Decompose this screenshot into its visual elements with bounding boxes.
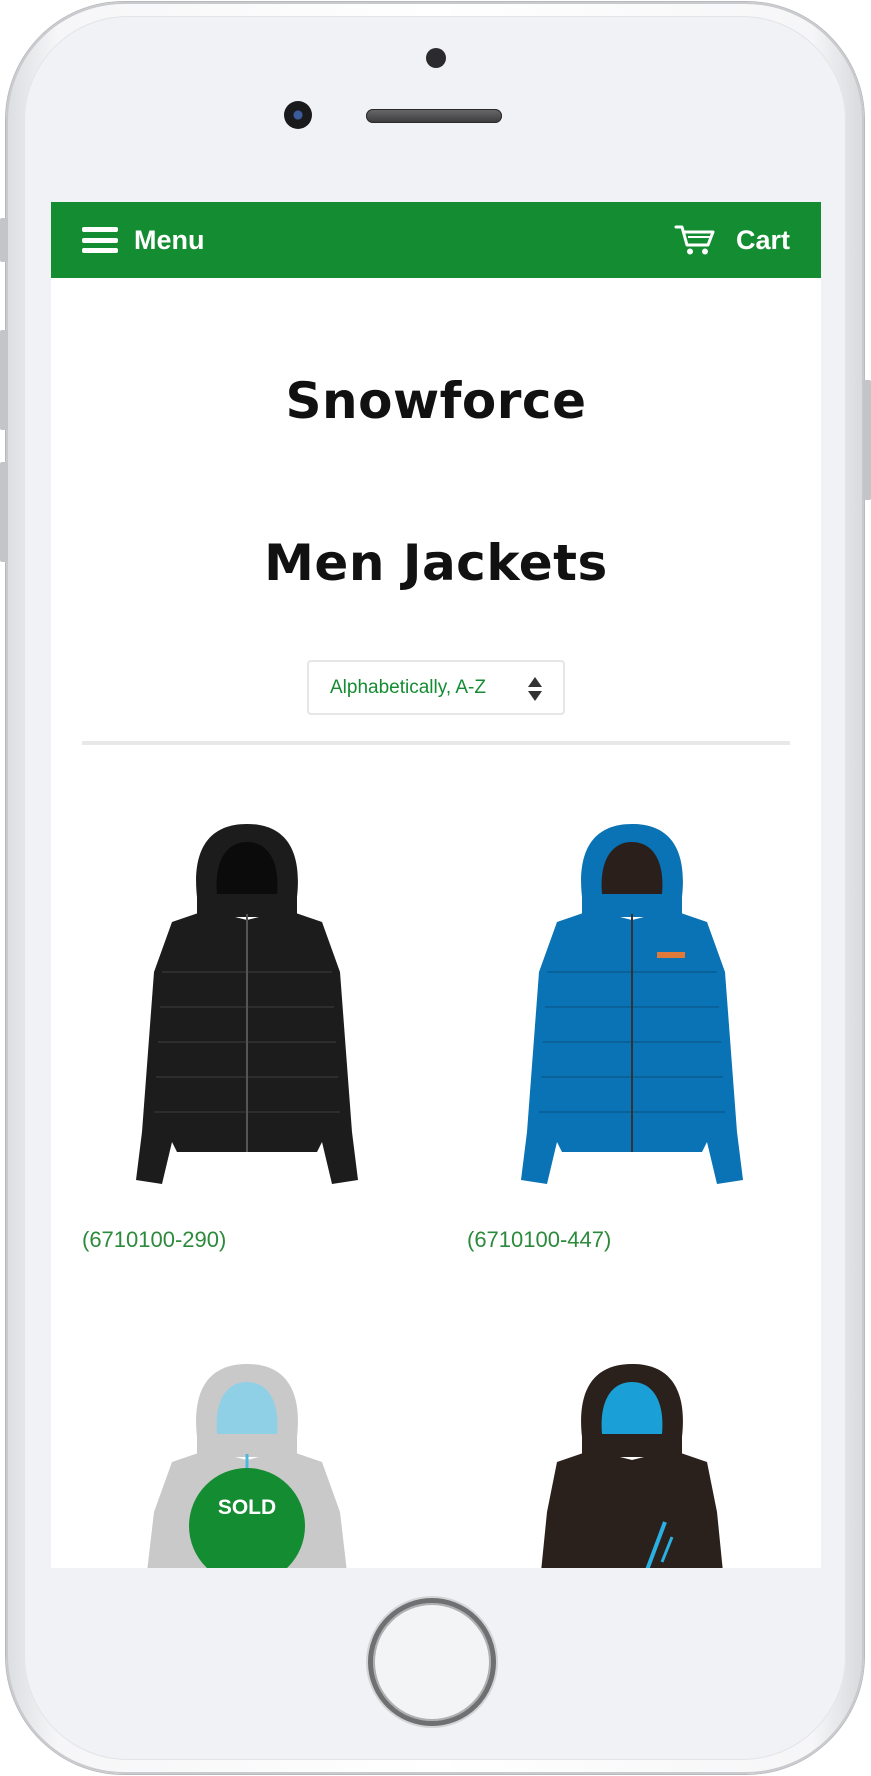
power-button xyxy=(863,380,871,500)
divider xyxy=(82,741,790,745)
product-card[interactable] xyxy=(467,1342,797,1568)
product-card[interactable]: SOLD xyxy=(82,1342,412,1568)
volume-up-button xyxy=(0,330,8,430)
dark-brown-jacket-image xyxy=(541,1364,723,1568)
collection-title: Men Jackets xyxy=(264,534,608,592)
sort-arrows-icon xyxy=(528,677,542,701)
cart-icon xyxy=(674,225,715,255)
menu-button[interactable]: Menu xyxy=(82,202,205,278)
product-sku[interactable]: (6710100-290) xyxy=(82,1227,226,1253)
front-camera-icon xyxy=(284,101,312,129)
screen: Menu Cart Snowforce Men Jackets Alphabet… xyxy=(51,202,821,1568)
sort-selected-value: Alphabetically, A-Z xyxy=(330,676,486,698)
cart-button[interactable]: Cart xyxy=(674,202,790,278)
blue-jacket-image xyxy=(521,824,743,1184)
sold-out-badge-label: SOLD xyxy=(217,1496,277,1519)
menu-label: Menu xyxy=(134,224,205,255)
black-jacket-image xyxy=(136,824,358,1184)
proximity-sensor xyxy=(426,48,446,68)
volume-down-button xyxy=(0,462,8,562)
sort-select[interactable]: Alphabetically, A-Z xyxy=(307,660,565,715)
product-card[interactable]: (6710100-290) xyxy=(82,802,412,1272)
mute-switch xyxy=(0,218,8,262)
hamburger-icon xyxy=(82,227,118,253)
site-header: Menu Cart xyxy=(51,202,821,278)
home-button[interactable] xyxy=(368,1598,496,1726)
product-sku[interactable]: (6710100-447) xyxy=(467,1227,611,1253)
earpiece-speaker xyxy=(366,109,502,123)
shop-title[interactable]: Snowforce xyxy=(51,372,821,430)
cart-label: Cart xyxy=(735,224,790,255)
product-card[interactable]: (6710100-447) xyxy=(467,802,797,1272)
